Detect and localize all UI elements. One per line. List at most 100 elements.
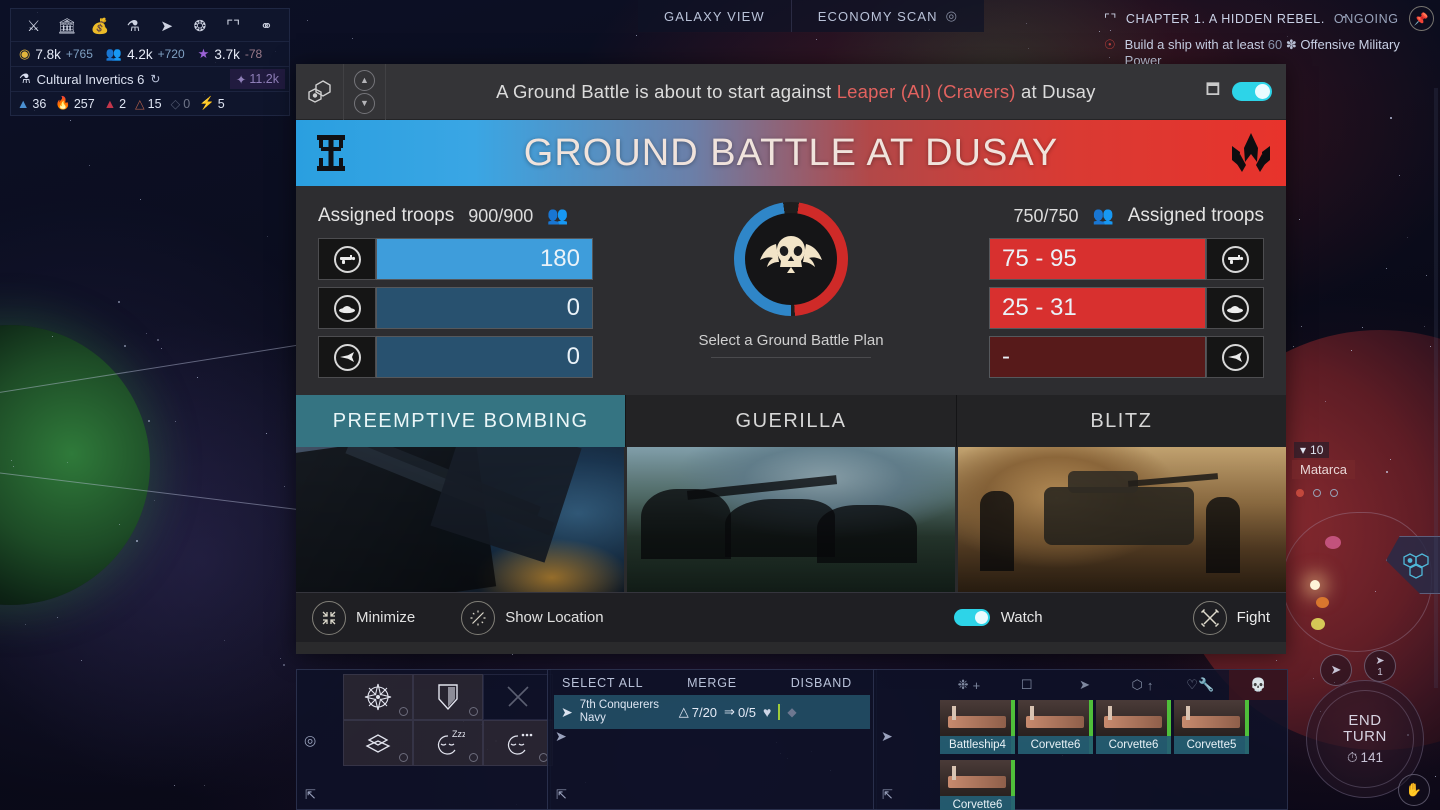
fleet-list-item[interactable]: ➤ 7th Conquerers Navy △ 7/20 ⇒ 0/5 ♥ ◆ (554, 695, 870, 729)
plan-art-blitz[interactable] (958, 447, 1286, 592)
fleet-icon[interactable]: ➤ (555, 728, 567, 745)
chevron-down-icon[interactable]: ▼ (354, 92, 375, 114)
wait-command-button[interactable] (483, 720, 553, 766)
panel-visibility-toggle[interactable] (1232, 82, 1272, 101)
move-command-button[interactable] (343, 674, 413, 720)
expand-icon[interactable]: ⇱ (556, 787, 567, 803)
orichalcix-chip[interactable]: ◇ 0 (171, 96, 191, 112)
tab-galaxy-view-label: GALAXY VIEW (664, 8, 765, 24)
defend-command-button[interactable] (413, 674, 483, 720)
enemy-troops-header: 750/750 👥 Assigned troops (989, 198, 1265, 234)
research-row[interactable]: ⚗ Cultural Invertics 6 ↻ ✦ 11.2k (11, 67, 289, 92)
laurel-icon[interactable]: ⚔ (17, 15, 50, 37)
troops-section: Assigned troops 900/900 👥 180 0 0 Select… (296, 186, 1286, 395)
tab-economy-scan[interactable]: ECONOMY SCAN ◎ (791, 0, 985, 32)
ally-tank-button[interactable] (318, 287, 376, 329)
research-label: Cultural Invertics 6 (36, 71, 145, 87)
fleet-icon[interactable]: ➤ (881, 728, 893, 745)
sleep-command-button[interactable]: Zzz (413, 720, 483, 766)
fleet-panel-header: SELECT ALL MERGE DISBAND (548, 670, 876, 695)
minimize-label: Minimize (356, 609, 416, 626)
battle-emblem-column: Select a Ground Battle Plan (681, 202, 901, 358)
ally-infantry-row[interactable]: 180 (318, 238, 593, 280)
ally-aircraft-bar[interactable]: 0 (376, 336, 593, 378)
disband-button[interactable]: DISBAND (767, 676, 876, 690)
battle-banner: GROUND BATTLE AT DUSAY (296, 120, 1286, 186)
unload-command-button[interactable] (343, 720, 413, 766)
tab-preemptive-bombing[interactable]: PREEMPTIVE BOMBING (296, 395, 627, 447)
plan-art-preemptive-bombing[interactable] (296, 447, 624, 592)
strategic-resources-row: ▲ 36 🔥 257 ▲ 2 △ 15 ◇ 0 ⚡ 5 (11, 92, 289, 115)
external-link-icon[interactable]: 🗖 (1206, 79, 1220, 104)
coins-icon[interactable]: 💰 (84, 15, 117, 37)
tab-blitz[interactable]: BLITZ (956, 395, 1286, 447)
planet-population-value: 10 (1310, 443, 1324, 457)
target-icon[interactable]: ◎ (304, 732, 316, 749)
ship-card[interactable]: Corvette5 (1174, 700, 1249, 754)
turn-number: 141 (1360, 750, 1384, 766)
ship-panel: ❉ + ☐ ➤ ⬡ ↑ ♡🔧 💀 Battleship4 Corvette6 Cor… (873, 669, 1288, 810)
toggle-on[interactable] (953, 609, 990, 626)
show-location-button[interactable]: Show Location (461, 600, 604, 635)
ship-move-icon[interactable]: ➤ (1320, 654, 1352, 686)
enemy-infantry-bar: 75 - 95 (989, 238, 1206, 280)
hyperium-chip[interactable]: 🔥 257 (55, 96, 94, 111)
select-all-button[interactable]: SELECT ALL (548, 676, 657, 690)
fight-button[interactable]: Fight (1192, 600, 1270, 635)
troops-icon: 👥 (1092, 206, 1114, 225)
diplomacy-icon[interactable]: ⚭ (250, 15, 283, 37)
ally-tank-value: 0 (566, 294, 580, 321)
watch-toggle[interactable]: Watch (953, 609, 1043, 626)
merge-button[interactable]: MERGE (657, 676, 766, 690)
science-stock: ✦ 11.2k (229, 69, 285, 89)
ship-name: Corvette6 (1018, 736, 1093, 754)
ship-card[interactable]: Corvette6 (1018, 700, 1093, 754)
repair-icon[interactable]: ♡🔧 (1171, 670, 1229, 700)
plan-art-guerilla[interactable] (627, 447, 955, 592)
hand-icon[interactable]: ✋ (1398, 774, 1430, 806)
ship-retrofit-icon[interactable]: ➤ (1056, 670, 1114, 700)
adamantian-chip[interactable]: △ 15 (135, 96, 162, 112)
minimize-button[interactable]: Minimize (312, 600, 416, 635)
ally-troops-label: Assigned troops (318, 205, 455, 226)
scuttle-icon[interactable]: 💀 (1229, 670, 1287, 700)
select-box-icon[interactable]: ☐ (998, 670, 1056, 700)
enemy-troops: 750/750 👥 Assigned troops 75 - 95 25 - 3… (989, 198, 1264, 395)
enemy-infantry-row: 75 - 95 (989, 238, 1264, 280)
ship-card[interactable]: Corvette6 (940, 760, 1015, 810)
ship-card[interactable]: Corvette6 (1096, 700, 1171, 754)
ship-name: Battleship4 (940, 736, 1015, 754)
upgrade-icon[interactable]: ❉ + (940, 670, 998, 700)
ally-tank-bar[interactable]: 0 (376, 287, 593, 329)
expand-icon[interactable]: ⇱ (882, 787, 893, 803)
tab-guerilla[interactable]: GUERILLA (626, 395, 957, 447)
fleet-icon[interactable]: ➤ (150, 15, 183, 37)
move-icon: ⇒ (724, 704, 735, 719)
senate-icon[interactable]: 🏛 (50, 15, 83, 37)
ship-card[interactable]: Battleship4 (940, 700, 1015, 754)
ally-infantry-button[interactable] (318, 238, 376, 280)
tab-galaxy-view[interactable]: GALAXY VIEW (638, 0, 792, 32)
fleet-ships-stat: △ 7/20 (679, 704, 717, 720)
aircraft-icon (333, 343, 361, 371)
battle-notice-pre: A Ground Battle is about to start agains… (496, 80, 832, 102)
planet-label[interactable]: Matarca (1292, 460, 1355, 479)
science-icon[interactable]: ⚗ (117, 15, 150, 37)
ally-tank-row[interactable]: 0 (318, 287, 593, 329)
chevron-up-icon[interactable]: ▲ (354, 69, 375, 91)
expand-icon[interactable]: ⇱ (305, 787, 316, 803)
redsemtium-chip[interactable]: ▲ 2 (104, 97, 126, 111)
ally-aircraft-row[interactable]: 0 (318, 336, 593, 378)
shield-up-icon[interactable]: ⬡ ↑ (1113, 670, 1171, 700)
ally-aircraft-button[interactable] (318, 336, 376, 378)
titanium-chip[interactable]: ▲ 36 (17, 97, 46, 111)
end-turn-button[interactable]: END TURN ⏱ 141 (1316, 690, 1414, 788)
scrollbar-track[interactable] (1434, 88, 1438, 688)
skull-wings-icon (745, 213, 837, 305)
quadrinix-chip[interactable]: ⚡ 5 (199, 96, 225, 111)
ship-question-icon[interactable]: ➤ 1 (1364, 650, 1396, 682)
trophy-icon[interactable]: ⌜⌝ (217, 15, 250, 37)
pin-icon[interactable]: 📌 (1409, 6, 1434, 31)
quest-icon[interactable]: ❂ (183, 15, 216, 37)
ally-infantry-bar[interactable]: 180 (376, 238, 593, 280)
